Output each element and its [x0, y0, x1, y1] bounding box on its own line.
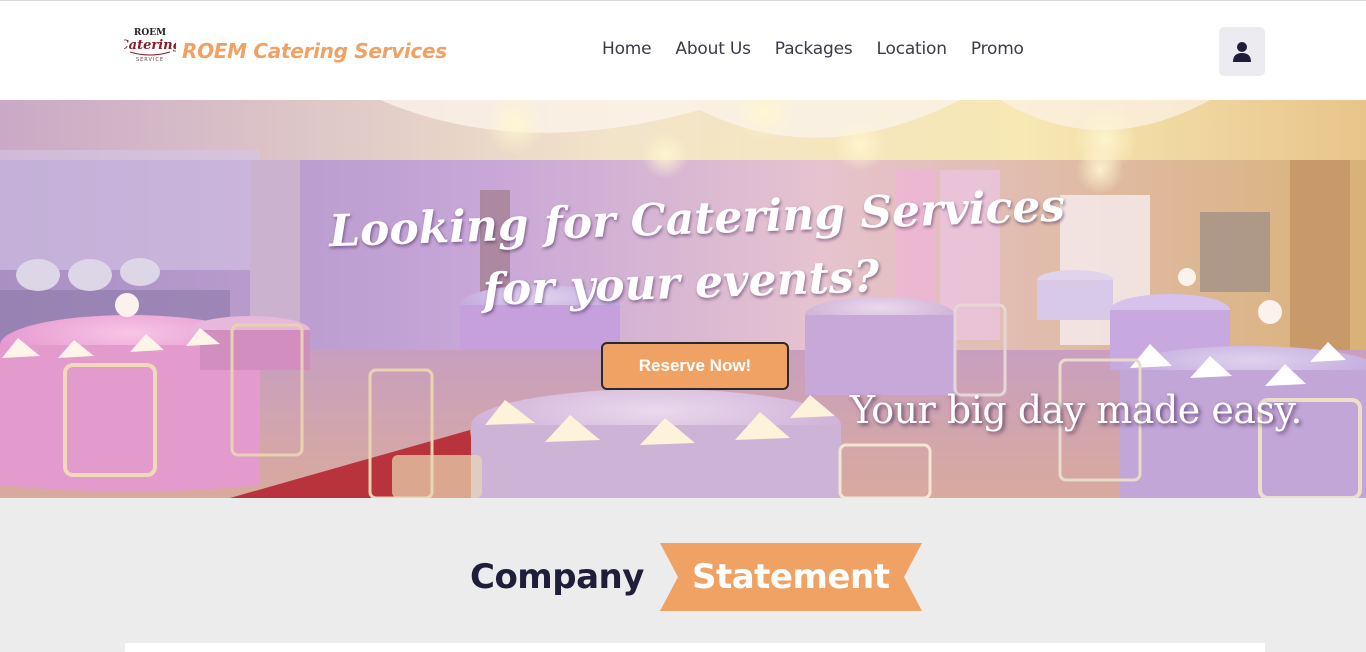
user-icon [1233, 41, 1251, 62]
nav-home[interactable]: Home [590, 39, 663, 59]
company-statement-heading: Company Statement [0, 543, 1366, 611]
nav-promo[interactable]: Promo [959, 39, 1036, 59]
svg-text:ROEM: ROEM [134, 28, 166, 38]
brand-link[interactable]: ROEM Catering SERVICE ROEM Catering Serv… [124, 25, 447, 67]
hero-headline: Looking for Catering Services for your e… [328, 176, 1066, 328]
main-nav: Home About Us Packages Location Promo [590, 39, 1036, 59]
statement-word-company: Company [470, 557, 644, 597]
statement-word-statement: Statement [692, 557, 890, 597]
statement-card [125, 643, 1265, 652]
hero-banner: Looking for Catering Services for your e… [0, 100, 1366, 498]
reserve-now-button[interactable]: Reserve Now! [601, 342, 789, 390]
nav-about-us[interactable]: About Us [663, 39, 762, 59]
site-header: ROEM Catering SERVICE ROEM Catering Serv… [0, 0, 1366, 100]
brand-logo: ROEM Catering SERVICE [124, 28, 176, 63]
user-account-button[interactable] [1219, 27, 1265, 76]
nav-packages[interactable]: Packages [763, 39, 865, 59]
svg-text:SERVICE: SERVICE [136, 57, 164, 63]
hero-tagline: Your big day made easy. [850, 388, 1303, 432]
svg-text:Catering: Catering [124, 38, 176, 53]
brand-name: ROEM Catering Services [182, 39, 447, 63]
nav-location[interactable]: Location [865, 39, 959, 59]
